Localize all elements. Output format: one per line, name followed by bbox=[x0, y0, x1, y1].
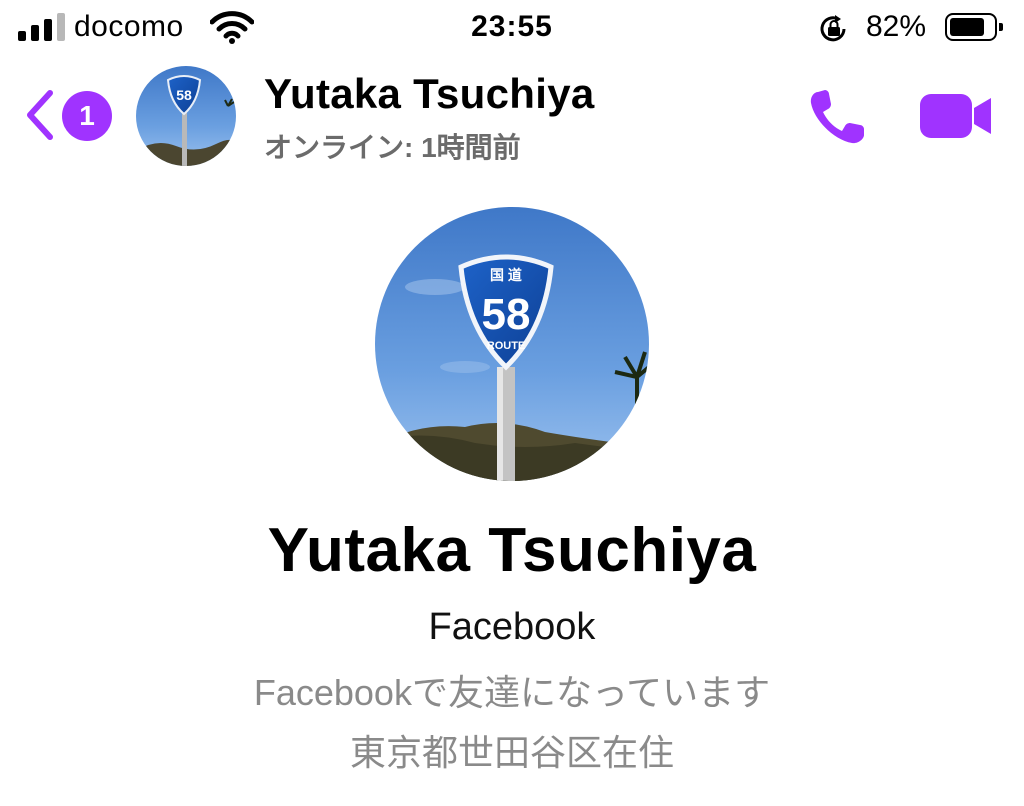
friend-status: Facebookで友達になっています bbox=[253, 672, 771, 713]
profile-source: Facebook bbox=[428, 606, 596, 648]
avatar[interactable]: 58 bbox=[136, 66, 236, 166]
orientation-lock-icon bbox=[818, 14, 850, 49]
route-sign-top-text: 国 道 bbox=[490, 267, 522, 283]
chevron-left-icon bbox=[27, 90, 53, 140]
phone-icon bbox=[810, 90, 864, 144]
status-bar: docomo 23:55 82% bbox=[0, 0, 1024, 58]
route-sign-number: 58 bbox=[482, 290, 531, 339]
call-button[interactable] bbox=[806, 88, 870, 153]
profile-name: Yutaka Tsuchiya bbox=[267, 516, 757, 585]
online-status: オンライン: 1時間前 bbox=[264, 132, 521, 163]
route-sign-bottom-text: ROUTE bbox=[487, 340, 526, 352]
route-sign-number: 58 bbox=[176, 87, 192, 103]
video-call-button[interactable] bbox=[918, 90, 994, 147]
contact-name: Yutaka Tsuchiya bbox=[264, 70, 595, 117]
messenger-screen: docomo 23:55 82% 1 58 Yutaka Tsuchiya オン… bbox=[0, 0, 1024, 806]
profile-photo[interactable]: 国 道 58 ROUTE bbox=[375, 207, 649, 481]
video-camera-icon bbox=[920, 94, 991, 138]
battery-fill bbox=[950, 18, 984, 36]
profile-location: 東京都世田谷区在住 bbox=[349, 732, 674, 773]
unread-count-badge: 1 bbox=[62, 91, 112, 141]
conversation-header: 1 58 Yutaka Tsuchiya オンライン: 1時間前 bbox=[0, 60, 1024, 170]
back-button[interactable]: 1 bbox=[22, 87, 118, 143]
battery-icon bbox=[945, 13, 1003, 41]
battery-percent: 82% bbox=[866, 10, 927, 43]
